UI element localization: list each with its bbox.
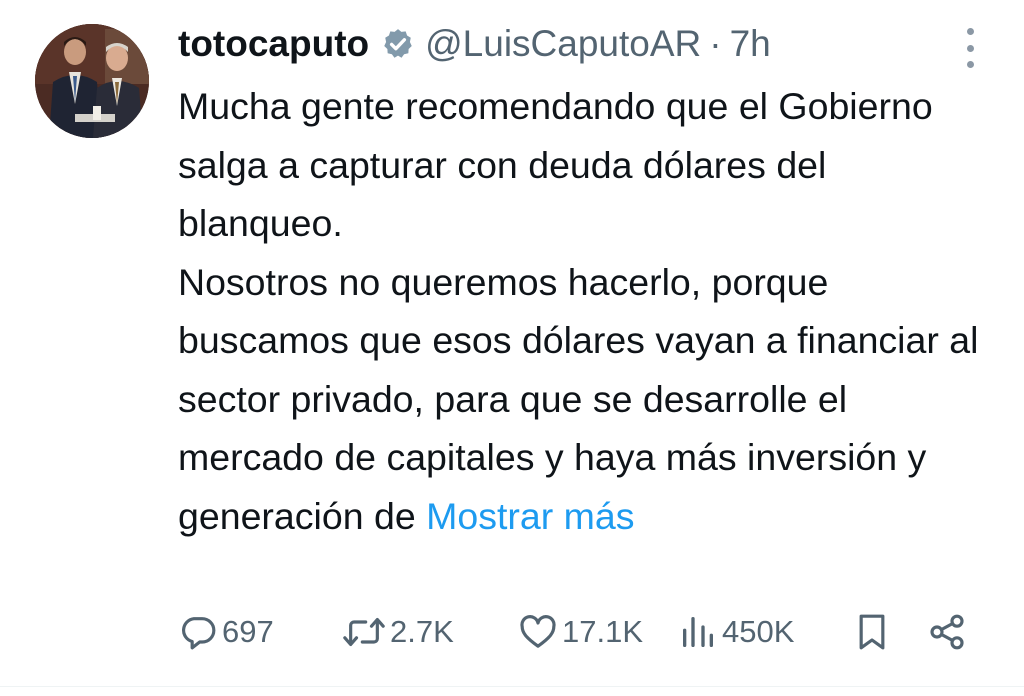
tweet-paragraph-2: Nosotros no queremos hacerlo, porque bus… xyxy=(178,253,998,546)
header-separator: · xyxy=(709,23,722,64)
retweet-count: 2.7K xyxy=(390,614,454,649)
reply-icon xyxy=(178,612,218,652)
tweet-header: totocaputo @LuisCaputoAR · 7h xyxy=(178,18,771,70)
tweet-timestamp[interactable]: 7h xyxy=(730,23,771,65)
retweet-icon xyxy=(342,612,386,652)
bookmark-button[interactable] xyxy=(852,606,892,658)
avatar[interactable] xyxy=(35,24,149,138)
bookmark-icon xyxy=(852,611,892,653)
verified-badge-icon xyxy=(381,27,415,61)
views-button[interactable]: 450K xyxy=(678,606,794,658)
retweet-button[interactable]: 2.7K xyxy=(342,606,454,658)
views-count: 450K xyxy=(722,614,795,649)
views-icon xyxy=(678,612,718,652)
like-count: 17.1K xyxy=(562,614,644,649)
author-handle[interactable]: @LuisCaputoAR xyxy=(425,23,701,65)
tweet-actions: 697 2.7K 17.1K 450K xyxy=(178,606,978,658)
tweet-paragraph-1: Mucha gente recomendando que el Gobierno… xyxy=(178,85,933,244)
tweet-card[interactable]: totocaputo @LuisCaputoAR · 7h Mucha gent… xyxy=(0,0,1024,696)
author-display-name[interactable]: totocaputo xyxy=(178,23,369,65)
share-icon xyxy=(926,612,968,652)
tweet-text: Mucha gente recomendando que el Gobierno… xyxy=(178,77,998,545)
heart-icon xyxy=(518,612,558,652)
divider xyxy=(0,686,1024,687)
like-button[interactable]: 17.1K xyxy=(518,606,643,658)
avatar-photo xyxy=(35,24,149,138)
more-vertical-icon[interactable] xyxy=(964,28,976,68)
show-more-link[interactable]: Mostrar más xyxy=(426,495,634,537)
reply-count: 697 xyxy=(222,614,274,649)
share-button[interactable] xyxy=(926,606,968,658)
reply-button[interactable]: 697 xyxy=(178,606,274,658)
